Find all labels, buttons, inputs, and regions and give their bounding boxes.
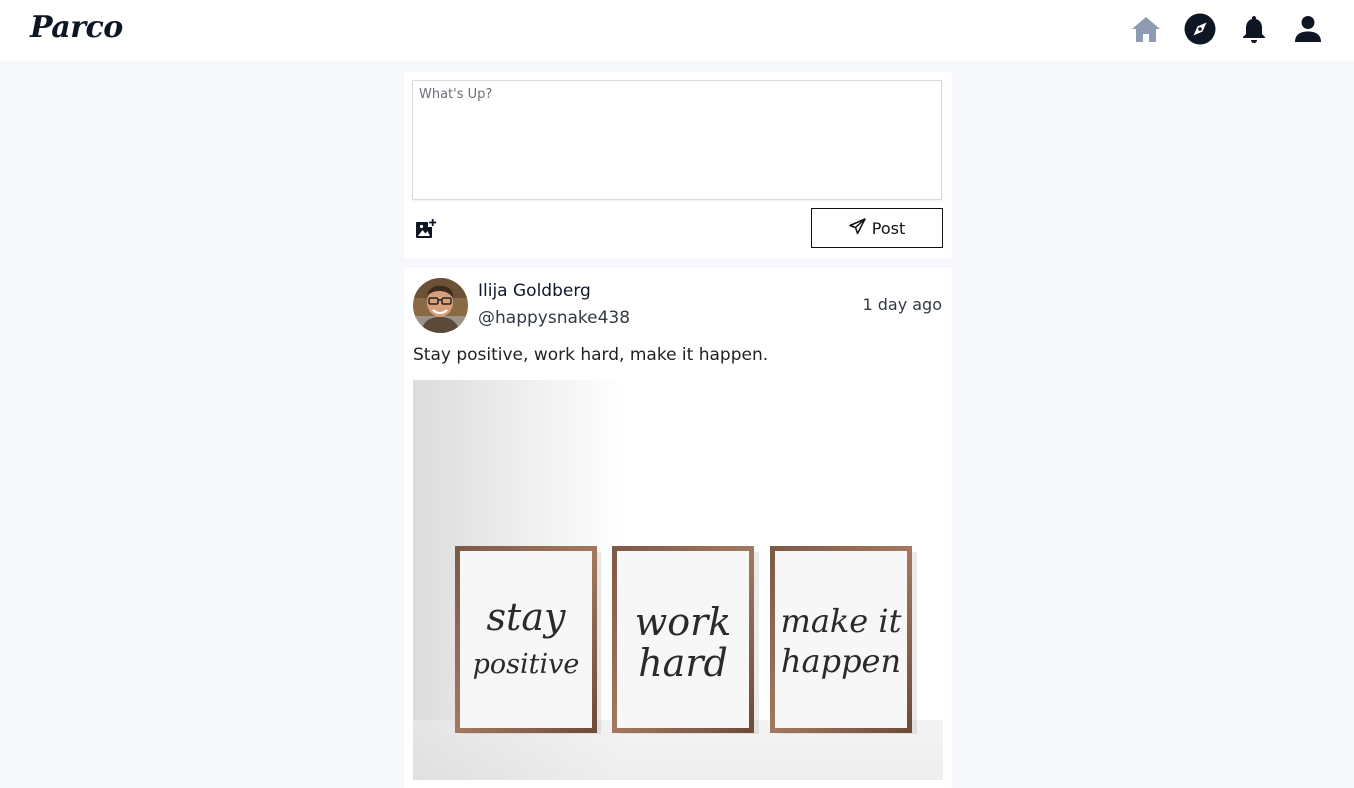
avatar[interactable] (413, 278, 468, 333)
post-card: Ilija Goldberg @happysnake438 1 day ago … (404, 268, 952, 788)
whats-up-input[interactable] (412, 80, 942, 200)
frame-work-hard: work hard (612, 546, 759, 734)
author-handle[interactable]: @happysnake438 (478, 308, 630, 328)
post-image[interactable]: stay positive work hard make it happen (413, 380, 943, 780)
frame-3-line-1: make it (780, 602, 901, 640)
bell-icon[interactable] (1237, 12, 1271, 46)
top-navigation-bar: Parco (0, 0, 1354, 61)
paper-plane-icon (849, 217, 866, 239)
post-composer: Post (404, 72, 952, 258)
frame-2-line-2: hard (638, 641, 728, 685)
post-button[interactable]: Post (811, 208, 943, 248)
frame-3-line-2: happen (781, 642, 901, 680)
compass-icon[interactable] (1183, 12, 1217, 46)
post-button-label: Post (871, 218, 906, 238)
frame-stay-positive: stay positive (455, 546, 601, 734)
add-image-icon[interactable] (415, 218, 437, 240)
post-timestamp: 1 day ago (862, 295, 942, 314)
app-logo[interactable]: Parco (30, 10, 123, 45)
frame-1-line-2: positive (473, 649, 580, 680)
author-name[interactable]: Ilija Goldberg (478, 281, 591, 301)
frame-make-it-happen: make it happen (770, 546, 917, 734)
user-icon[interactable] (1291, 12, 1325, 46)
home-icon[interactable] (1129, 12, 1163, 46)
frame-1-line-1: stay (487, 595, 566, 639)
post-text: Stay positive, work hard, make it happen… (413, 345, 769, 365)
frame-2-line-1: work (635, 600, 732, 644)
